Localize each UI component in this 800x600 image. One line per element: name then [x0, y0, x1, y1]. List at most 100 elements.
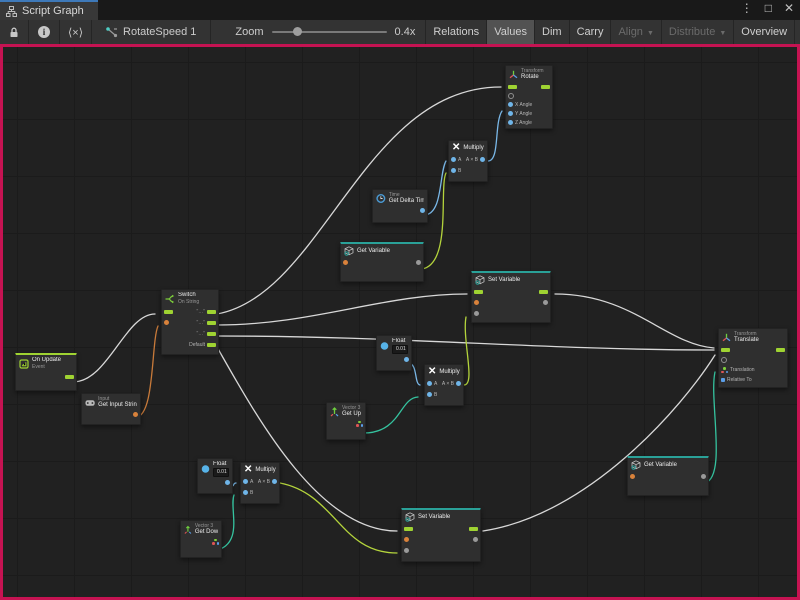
default-out-port[interactable]	[207, 343, 216, 347]
flow-out-port[interactable]	[469, 527, 478, 531]
wire-vector-getup-to-multiply[interactable]	[362, 397, 418, 433]
vector3-out-port[interactable]	[212, 539, 219, 545]
node-set-variable-center[interactable]: Set Variable	[471, 271, 551, 323]
string-out-port[interactable]	[133, 412, 138, 417]
full-screen-button[interactable]: Full Screen	[795, 20, 800, 44]
graph-breadcrumb[interactable]: RotateSpeed 1	[92, 20, 211, 44]
multiply-b-port[interactable]	[427, 392, 432, 397]
variable-name-port[interactable]	[474, 300, 479, 305]
node-set-variable-bottom[interactable]: Set Variable	[401, 508, 481, 562]
vector3-icon	[184, 525, 192, 535]
float-value-field[interactable]: 0.01	[213, 468, 229, 477]
wire-flow-setvariable-to-translate[interactable]	[555, 294, 714, 348]
lock-button[interactable]	[0, 20, 29, 44]
node-rotate[interactable]: Transform Rotate X Angle Y Angle Z Angle	[505, 65, 553, 129]
multiply-out-port[interactable]	[272, 479, 277, 484]
variable-name-port[interactable]	[343, 260, 348, 265]
node-multiply-bottom[interactable]: ✕ Multiply A A × B B	[240, 462, 280, 504]
flow-out-port[interactable]	[776, 348, 785, 352]
window-menu-icon[interactable]: ⋮	[741, 1, 753, 15]
variable-name-port[interactable]	[404, 537, 409, 542]
wire-value-multiply-to-setvariable[interactable]	[464, 317, 469, 385]
window-close-icon[interactable]: ✕	[784, 1, 794, 15]
variable-value-in-port[interactable]	[474, 311, 479, 316]
dim-button[interactable]: Dim	[535, 20, 570, 44]
node-title: Rotate	[521, 74, 544, 81]
window-maximize-icon[interactable]: □	[765, 1, 772, 15]
wire-float-multiply-to-rotate[interactable]	[488, 111, 502, 161]
multiply-a-port[interactable]	[243, 479, 248, 484]
node-vector3-get-up[interactable]: Vector 3 Get Up	[326, 402, 366, 440]
flow-in-port[interactable]	[474, 290, 483, 294]
vector3-out-port[interactable]	[356, 421, 363, 427]
flow-in-port[interactable]	[164, 310, 173, 314]
graph-toolbar: i ⟨×⟩ RotateSpeed 1 Zoom 0.4x Relations …	[0, 20, 800, 44]
edit-code-button[interactable]: ⟨×⟩	[60, 20, 92, 44]
variable-icon	[344, 246, 354, 256]
target-in-port[interactable]	[721, 357, 727, 363]
wire-flow-setvariable-bottom-to-translate[interactable]	[483, 355, 715, 531]
distribute-dropdown[interactable]: Distribute ▼	[662, 20, 734, 44]
variable-value-in-port[interactable]	[404, 548, 409, 553]
node-translate[interactable]: Transform Translate Translation Relative…	[718, 328, 788, 388]
multiply-b-port[interactable]	[451, 168, 456, 173]
node-switch-on-string[interactable]: Switch On String "…" "…" "…" Default	[161, 289, 219, 355]
node-float-bottom[interactable]: Float 0.01	[197, 458, 233, 494]
node-get-delta-time[interactable]: Time Get Delta Time	[372, 189, 428, 223]
wire-value-multiplybottom-to-setvariablebottom[interactable]	[280, 483, 397, 553]
node-get-variable-top[interactable]: Get Variable	[340, 242, 424, 282]
flow-in-port[interactable]	[721, 348, 730, 352]
multiply-out-port[interactable]	[456, 381, 461, 386]
relative-to-in-port[interactable]	[721, 378, 725, 382]
align-dropdown[interactable]: Align ▼	[611, 20, 661, 44]
case-out-port[interactable]	[207, 332, 216, 336]
zoom-slider[interactable]	[272, 31, 387, 33]
case-out-port[interactable]	[207, 321, 216, 325]
port-label: Relative To	[727, 377, 752, 383]
node-on-update[interactable]: On Update Event	[15, 353, 77, 391]
x-angle-port[interactable]	[508, 102, 513, 107]
overview-button[interactable]: Overview	[734, 20, 795, 44]
node-multiply-top[interactable]: ✕ Multiply A A × B B	[448, 140, 488, 182]
info-button[interactable]: i	[29, 20, 60, 44]
delta-time-out-port[interactable]	[420, 208, 425, 213]
variable-name-port[interactable]	[630, 474, 635, 479]
multiply-a-port[interactable]	[427, 381, 432, 386]
relations-button[interactable]: Relations	[426, 20, 487, 44]
multiply-out-port[interactable]	[480, 157, 485, 162]
flow-in-port[interactable]	[508, 85, 517, 89]
flow-out-port[interactable]	[539, 290, 548, 294]
variable-value-out-port[interactable]	[473, 537, 478, 542]
float-value-field[interactable]: 0.01	[392, 345, 408, 354]
carry-button[interactable]: Carry	[570, 20, 612, 44]
flow-out-port[interactable]	[65, 375, 74, 379]
wire-flow-update-to-switch[interactable]	[73, 314, 155, 382]
flow-out-port[interactable]	[541, 85, 550, 89]
flow-in-port[interactable]	[404, 527, 413, 531]
multiply-b-port[interactable]	[243, 490, 248, 495]
multiply-a-port[interactable]	[451, 157, 456, 162]
variable-value-out-port[interactable]	[543, 300, 548, 305]
node-get-input-string[interactable]: Input Get Input String	[81, 393, 141, 425]
node-float-top[interactable]: Float 0.01	[376, 335, 412, 371]
node-get-variable-right[interactable]: Get Variable	[627, 456, 709, 496]
graph-canvas[interactable]: On Update Event Input Get Input String	[0, 44, 800, 600]
info-icon: i	[38, 26, 50, 38]
float-out-port[interactable]	[404, 357, 409, 362]
zoom-slider-thumb[interactable]	[293, 27, 302, 36]
node-multiply-center[interactable]: ✕ Multiply A A × B B	[424, 364, 464, 406]
selector-in-port[interactable]	[164, 320, 169, 325]
node-subtitle: On String	[178, 299, 199, 305]
z-angle-port[interactable]	[508, 120, 513, 125]
translation-in-port[interactable]	[721, 367, 728, 373]
variable-value-out-port[interactable]	[416, 260, 421, 265]
target-in-port[interactable]	[508, 93, 514, 99]
node-title: Multiply	[439, 369, 459, 376]
y-angle-port[interactable]	[508, 111, 513, 116]
float-out-port[interactable]	[225, 480, 230, 485]
values-button[interactable]: Values	[487, 20, 535, 44]
variable-value-out-port[interactable]	[701, 474, 706, 479]
case-out-port[interactable]	[207, 310, 216, 314]
node-vector3-get-down[interactable]: Vector 3 Get Down	[180, 520, 222, 558]
tab-script-graph[interactable]: Script Graph	[0, 0, 98, 20]
